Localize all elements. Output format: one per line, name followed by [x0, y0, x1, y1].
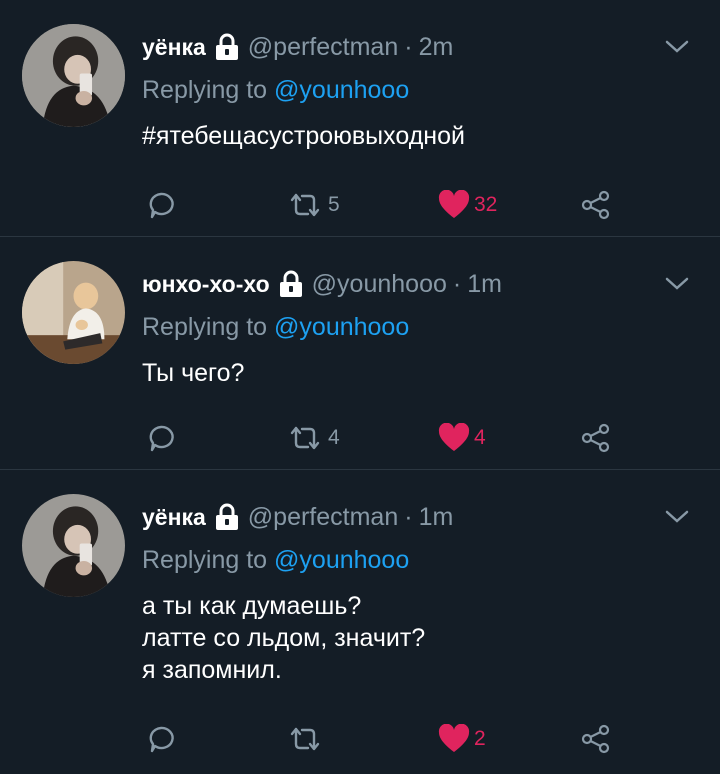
timestamp[interactable]: 1m	[419, 503, 454, 532]
display-name[interactable]: уёнка	[142, 34, 206, 61]
avatar[interactable]	[22, 24, 125, 127]
avatar-image	[22, 494, 125, 597]
tweet[interactable]: уёнка @perfectman · 1m Replying to @youn…	[0, 470, 720, 774]
chevron-down-icon[interactable]	[664, 508, 690, 526]
retweet-icon	[286, 190, 324, 220]
lock-icon	[278, 270, 304, 298]
replying-prefix: Replying to	[142, 546, 275, 574]
avatar-image	[22, 261, 125, 364]
replying-to: Replying to @younhooo	[142, 546, 409, 575]
tweet-actions: 5 32	[0, 188, 720, 222]
timestamp[interactable]: 1m	[467, 270, 502, 299]
replying-to: Replying to @younhooo	[142, 313, 409, 342]
like-count: 2	[474, 727, 486, 750]
lock-icon	[214, 503, 240, 531]
retweet-button[interactable]: 5	[286, 188, 340, 222]
like-count: 32	[474, 193, 498, 216]
replying-prefix: Replying to	[142, 76, 275, 104]
replying-to: Replying to @younhooo	[142, 76, 409, 105]
retweet-button[interactable]	[286, 722, 328, 756]
like-count: 4	[474, 426, 486, 449]
mention-link[interactable]: @younhooo	[274, 313, 409, 341]
share-icon	[580, 724, 612, 754]
tweet-header: уёнка @perfectman · 1m	[142, 500, 453, 534]
avatar-image	[22, 24, 125, 127]
replying-prefix: Replying to	[142, 313, 275, 341]
avatar[interactable]	[22, 261, 125, 364]
retweet-button[interactable]: 4	[286, 421, 340, 455]
tweet-actions: 4 4	[0, 421, 720, 455]
reply-button[interactable]	[146, 188, 176, 222]
chevron-down-icon[interactable]	[664, 38, 690, 56]
retweet-count: 5	[328, 193, 340, 216]
tweet-header: уёнка @perfectman · 2m	[142, 30, 453, 64]
tweet-header: юнхо-хо-хо @younhooo · 1m	[142, 267, 502, 301]
share-icon	[580, 423, 612, 453]
reply-button[interactable]	[146, 722, 176, 756]
reply-bubble-icon	[146, 423, 176, 453]
like-button[interactable]: 4	[438, 421, 486, 455]
tweet-actions: 2	[0, 722, 720, 756]
heart-icon	[438, 423, 470, 453]
reply-button[interactable]	[146, 421, 176, 455]
separator-dot: ·	[404, 32, 413, 61]
share-button[interactable]	[580, 722, 612, 756]
separator-dot: ·	[404, 502, 413, 531]
reply-bubble-icon	[146, 724, 176, 754]
lock-icon	[214, 33, 240, 61]
display-name[interactable]: уёнка	[142, 504, 206, 531]
share-icon	[580, 190, 612, 220]
heart-icon	[438, 724, 470, 754]
share-button[interactable]	[580, 421, 612, 455]
like-button[interactable]: 2	[438, 722, 486, 756]
like-button[interactable]: 32	[438, 188, 497, 222]
avatar[interactable]	[22, 494, 125, 597]
retweet-count: 4	[328, 426, 340, 449]
chevron-down-icon[interactable]	[664, 275, 690, 293]
mention-link[interactable]: @younhooo	[274, 546, 409, 574]
mention-link[interactable]: @younhooo	[274, 76, 409, 104]
retweet-icon	[286, 423, 324, 453]
share-button[interactable]	[580, 188, 612, 222]
timeline: уёнка @perfectman · 2m Replying to @youn…	[0, 0, 720, 774]
timestamp[interactable]: 2m	[419, 33, 454, 62]
tweet-text: #ятебещасустроювыходной	[142, 122, 465, 150]
user-handle[interactable]: @perfectman	[248, 503, 398, 532]
tweet[interactable]: уёнка @perfectman · 2m Replying to @youn…	[0, 0, 720, 236]
user-handle[interactable]: @perfectman	[248, 33, 398, 62]
tweet[interactable]: юнхо-хо-хо @younhooo · 1m Replying to @y…	[0, 237, 720, 469]
retweet-icon	[286, 724, 324, 754]
tweet-text: Ты чего?	[142, 359, 245, 387]
display-name[interactable]: юнхо-хо-хо	[142, 271, 270, 298]
reply-bubble-icon	[146, 190, 176, 220]
separator-dot: ·	[452, 269, 462, 298]
tweet-text: а ты как думаешь? латте со льдом, значит…	[142, 592, 426, 684]
user-handle[interactable]: @younhooo	[312, 270, 447, 299]
heart-icon	[438, 190, 470, 220]
